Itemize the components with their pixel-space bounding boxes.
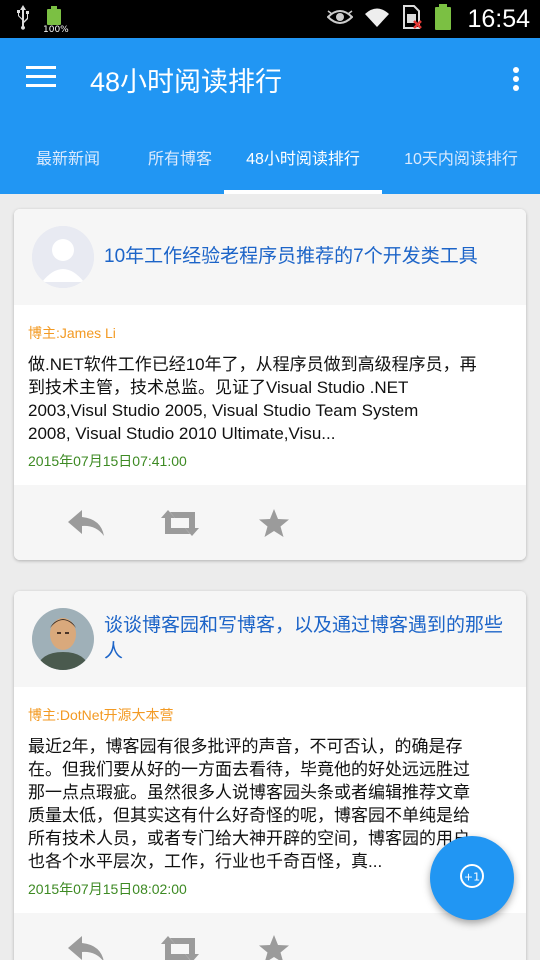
post-author[interactable]: 博主:James Li: [28, 323, 512, 343]
plus-one-button[interactable]: +1: [430, 836, 514, 920]
portrait-avatar[interactable]: [32, 608, 94, 670]
sim-icon: [401, 4, 423, 34]
summary-line: 质量太低，但其实这有什么好奇怪的呢，博客园不单纯是给: [28, 806, 470, 825]
default-avatar[interactable]: [32, 226, 94, 288]
tab-label: 10天内阅读排行: [404, 151, 518, 168]
post-author[interactable]: 博主:DotNet开源大本营: [28, 705, 512, 725]
post-actions: [14, 485, 526, 560]
reply-icon[interactable]: [64, 927, 108, 960]
post-actions: [14, 913, 526, 960]
hamburger-menu-icon[interactable]: [26, 66, 56, 92]
battery-icon: [433, 3, 453, 35]
post-header: 谈谈博客园和写博客，以及通过博客遇到的那些 人: [14, 591, 526, 687]
summary-line: 到技术主管，技术总监。见证了Visual Studio .NET: [28, 378, 409, 397]
summary-line: 2003,Visul Studio 2005, Visual Studio Te…: [28, 401, 419, 420]
post-header: 10年工作经验老程序员推荐的7个开发类工具: [14, 209, 526, 305]
tab-label: 所有博客: [147, 151, 212, 168]
star-icon[interactable]: [252, 927, 296, 960]
battery-percent-text: 100%: [43, 25, 69, 35]
tab-latest-news[interactable]: 最新新闻: [0, 120, 136, 194]
summary-line: 那一点点瑕疵。虽然很多人说博客园头条或者编辑推荐文章: [28, 783, 470, 802]
title-line: 人: [104, 641, 124, 662]
tab-label: 48小时阅读排行: [246, 151, 360, 168]
post-date: 2015年07月15日07:41:00: [28, 453, 187, 469]
summary-line: 最近2年，博客园有很多批评的声音，不可否认，的确是存: [28, 737, 463, 756]
post-title[interactable]: 10年工作经验老程序员推荐的7个开发类工具: [104, 244, 478, 270]
post-title[interactable]: 谈谈博客园和写博客，以及通过博客遇到的那些 人: [104, 613, 503, 665]
page-title: 48小时阅读排行: [90, 66, 283, 97]
reply-icon[interactable]: [64, 501, 108, 545]
summary-line: 2008, Visual Studio 2010 Ultimate,Visu..…: [28, 424, 336, 443]
tab-all-blogs[interactable]: 所有博客: [136, 120, 224, 194]
clock: 16:54: [467, 4, 530, 33]
app-bar: 48小时阅读排行: [0, 38, 540, 120]
wifi-icon: [363, 5, 391, 33]
status-bar: 100% 16:54: [0, 0, 540, 38]
tab-48h-ranking[interactable]: 48小时阅读排行: [224, 120, 382, 194]
post-body: 博主:James Li 做.NET软件工作已经10年了，从程序员做到高级程序员，…: [14, 305, 526, 485]
plus-one-icon: +1: [459, 863, 485, 893]
star-icon[interactable]: [252, 501, 296, 545]
repost-icon[interactable]: [158, 927, 202, 960]
svg-text:+1: +1: [464, 871, 480, 884]
eye-icon: [327, 8, 354, 30]
tab-bar: 最新新闻 所有博客 48小时阅读排行 10天内阅读排行: [0, 120, 540, 194]
post-summary: 做.NET软件工作已经10年了，从程序员做到高级程序员，再 到技术主管，技术总监…: [28, 353, 512, 445]
battery-small-icon: 100%: [42, 5, 72, 35]
repost-icon[interactable]: [158, 501, 202, 545]
usb-icon: [14, 4, 32, 34]
overflow-menu-icon[interactable]: [506, 66, 526, 92]
tab-label: 最新新闻: [35, 151, 100, 168]
title-line: 谈谈博客园和写博客，以及通过博客遇到的那些: [104, 615, 504, 636]
summary-line: 在。但我们要从好的一方面去看待，毕竟他的好处远远胜过: [28, 760, 470, 779]
summary-line: 做.NET软件工作已经10年了，从程序员做到高级程序员，再: [28, 355, 477, 374]
tab-10day-ranking[interactable]: 10天内阅读排行: [382, 120, 540, 194]
summary-line: 所有技术人员，或者专门给大神开辟的空间，博客园的用户: [28, 829, 470, 848]
post-card[interactable]: 10年工作经验老程序员推荐的7个开发类工具 博主:James Li 做.NET软…: [14, 209, 526, 560]
